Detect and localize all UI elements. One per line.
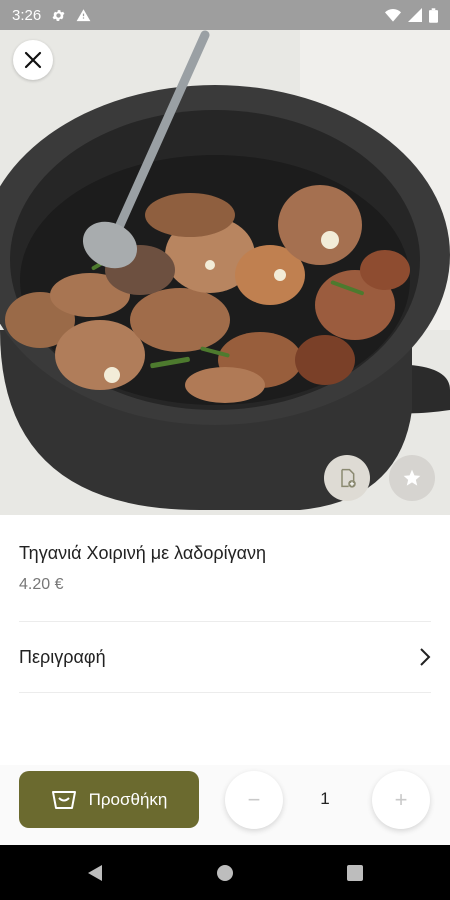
- navigation-bar: [0, 845, 450, 900]
- signal-icon: [408, 8, 422, 22]
- add-note-button[interactable]: [324, 455, 370, 501]
- battery-icon: [429, 7, 438, 23]
- recents-icon: [347, 864, 363, 881]
- increase-quantity-button[interactable]: +: [372, 771, 430, 829]
- plus-icon: +: [394, 787, 408, 812]
- wifi-icon: [385, 9, 401, 22]
- divider: [19, 692, 431, 693]
- favorite-button[interactable]: [389, 455, 435, 501]
- chevron-right-icon: [420, 648, 431, 666]
- minus-icon: −: [247, 787, 261, 812]
- settings-icon: [52, 9, 65, 21]
- home-button[interactable]: [210, 845, 240, 900]
- close-icon: [24, 51, 42, 69]
- dish-price: 4.20 €: [19, 576, 64, 593]
- close-button[interactable]: [13, 40, 53, 80]
- decrease-quantity-button[interactable]: −: [225, 771, 283, 829]
- basket-icon: [51, 790, 76, 809]
- add-button-label: Προσθήκη: [88, 789, 168, 809]
- warning-icon: [76, 8, 91, 21]
- note-add-icon: [341, 468, 356, 488]
- recents-button[interactable]: [340, 845, 370, 900]
- dish-image: [0, 30, 450, 515]
- quantity-value: 1: [320, 789, 330, 808]
- add-to-cart-button[interactable]: Προσθήκη: [19, 771, 199, 828]
- status-bar: 3:26: [0, 0, 450, 30]
- home-icon: [217, 864, 233, 881]
- back-button[interactable]: [80, 845, 110, 900]
- star-icon: [403, 469, 421, 486]
- dish-title: Τηγανιά Χοιρινή με λαδορίγανη: [19, 543, 266, 563]
- description-label: Περιγραφή: [19, 646, 106, 667]
- status-time: 3:26: [12, 6, 42, 24]
- description-row[interactable]: Περιγραφή: [19, 622, 431, 692]
- back-icon: [88, 864, 102, 881]
